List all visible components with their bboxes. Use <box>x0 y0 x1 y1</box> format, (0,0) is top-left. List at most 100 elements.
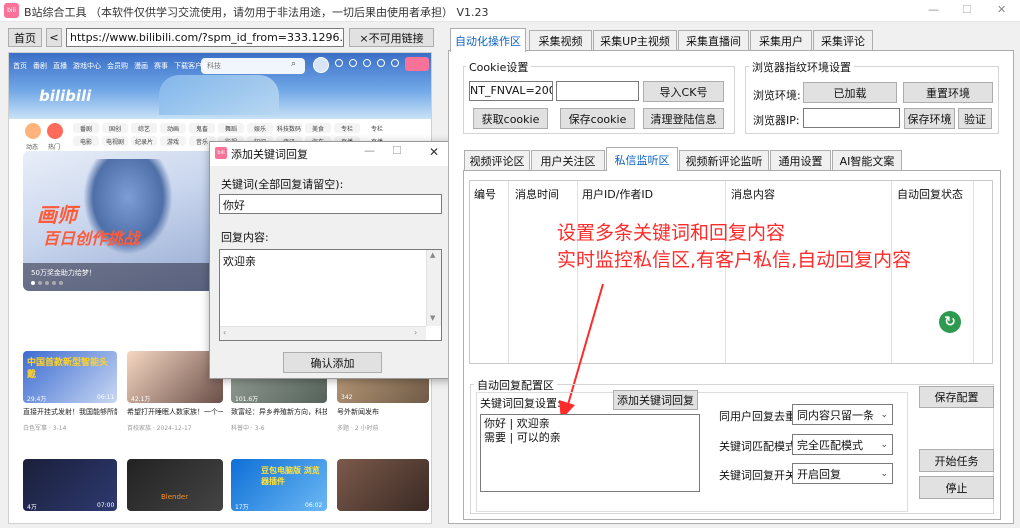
bili-nav-item[interactable]: 会员购 <box>107 61 128 71</box>
keyword-reply-list[interactable]: 你好 | 欢迎亲 需要 | 可以的亲 <box>480 414 700 492</box>
scroll-right-icon[interactable]: › <box>414 328 417 337</box>
search-icon[interactable]: ⌕ <box>291 59 296 69</box>
stop-button[interactable]: 停止 <box>919 476 994 499</box>
list-item[interactable]: 你好 | 欢迎亲 <box>484 417 696 431</box>
reply-scrollbar-v[interactable]: ▲ ▼ <box>426 250 441 326</box>
unavailable-link-button[interactable]: ×不可用链接 <box>349 28 434 47</box>
chevron-down-icon[interactable]: ⌄ <box>880 410 888 420</box>
bili-search-box[interactable]: 科技 ⌕ <box>201 58 305 74</box>
card-title[interactable]: 希望打开睡眠人数家族！一个一个 <box>127 407 223 417</box>
save-config-button[interactable]: 保存配置 <box>919 386 994 408</box>
category-item[interactable]: 舞蹈 <box>218 123 244 133</box>
bili-nav-item[interactable]: 游戏中心 <box>73 61 101 71</box>
video-card[interactable]: 4万 07:00 <box>23 459 117 511</box>
video-card[interactable]: Blender <box>127 459 223 511</box>
subtab-general-settings[interactable]: 通用设置 <box>770 150 831 170</box>
keyword-input[interactable]: 你好 <box>219 194 442 214</box>
bili-nav-item[interactable]: 首页 <box>13 61 27 71</box>
home-button[interactable]: 首页 <box>8 28 42 47</box>
maximize-button[interactable]: ☐ <box>962 3 972 16</box>
tab-collect-video[interactable]: 采集视频 <box>529 30 592 50</box>
import-ck-button[interactable]: 导入CK号 <box>643 81 724 102</box>
dialog-minimize-button[interactable]: — <box>364 144 375 157</box>
video-card[interactable]: 豆包电脑版 浏览器插件 17万 06:02 <box>231 459 327 511</box>
column-header-time[interactable]: 消息时间 <box>515 186 559 202</box>
dynamic-side-icon[interactable] <box>25 123 41 139</box>
reply-switch-select[interactable]: 开启回复 ⌄ <box>792 463 893 484</box>
category-item[interactable]: 游戏 <box>160 136 186 146</box>
category-item[interactable]: 科技数码 <box>276 123 302 133</box>
upload-button[interactable] <box>405 57 429 71</box>
chevron-down-icon[interactable]: ⌄ <box>880 440 888 450</box>
message-grid[interactable] <box>469 180 993 364</box>
match-mode-select[interactable]: 完全匹配模式 ⌄ <box>792 434 893 455</box>
tab-collect-up-video[interactable]: 采集UP主视频 <box>593 30 677 50</box>
category-item[interactable]: 美食 <box>305 123 331 133</box>
back-button[interactable]: < <box>46 28 62 47</box>
subtab-new-comment-monitor[interactable]: 视频新评论监听 <box>679 150 769 170</box>
tab-automation[interactable]: 自动化操作区 <box>450 28 526 52</box>
dialog-maximize-button[interactable]: ☐ <box>392 144 402 157</box>
category-item[interactable]: 鬼畜 <box>189 123 215 133</box>
card-title[interactable]: 直接开挂式发射！我国能够所能新飞弹射装备？ <box>23 407 117 417</box>
column-header-user[interactable]: 用户ID/作者ID <box>582 186 653 202</box>
reply-scrollbar-h[interactable]: ‹ › <box>220 326 426 340</box>
column-header-content[interactable]: 消息内容 <box>731 186 775 202</box>
subtab-video-comment[interactable]: 视频评论区 <box>464 150 530 170</box>
category-item[interactable]: 电影 <box>73 136 99 146</box>
category-item[interactable]: 专栏 <box>334 123 360 133</box>
browser-ip-input[interactable] <box>803 108 900 128</box>
tab-collect-comment[interactable]: 采集评论 <box>813 30 873 50</box>
bili-nav-item[interactable]: 直播 <box>53 61 67 71</box>
refresh-icon[interactable]: ↻ <box>939 311 961 333</box>
bili-nav-item[interactable]: 漫画 <box>134 61 148 71</box>
save-cookie-button[interactable]: 保存cookie <box>560 108 635 129</box>
reply-textarea[interactable]: 欢迎亲 ▲ ▼ ‹ › <box>219 249 442 341</box>
category-item[interactable]: 国创 <box>102 123 128 133</box>
subtab-private-message[interactable]: 私信监听区 <box>606 147 678 171</box>
carousel-dots[interactable] <box>31 281 63 285</box>
bili-search-input[interactable]: 科技 <box>207 61 221 71</box>
history-icon[interactable] <box>377 59 385 67</box>
category-item[interactable]: 电视剧 <box>102 136 128 146</box>
category-item[interactable]: 娱乐 <box>247 123 273 133</box>
tab-collect-user[interactable]: 采集用户 <box>750 30 812 50</box>
bili-nav-item[interactable]: 番剧 <box>33 61 47 71</box>
list-item[interactable]: 需要 | 可以的亲 <box>484 431 696 445</box>
minimize-button[interactable]: — <box>928 3 939 16</box>
subtab-ai-copy[interactable]: AI智能文案 <box>832 150 902 170</box>
env-loaded-button[interactable]: 已加载 <box>803 82 897 103</box>
reset-env-button[interactable]: 重置环境 <box>903 82 993 103</box>
avatar[interactable] <box>313 57 329 73</box>
carousel-banner[interactable]: 画师 百日创作挑战 50万奖金助力绘梦！ <box>23 151 219 291</box>
column-header-id[interactable]: 编号 <box>474 186 496 202</box>
same-user-select[interactable]: 同内容只留一条 ⌄ <box>792 404 893 425</box>
category-item[interactable]: 综艺 <box>131 123 157 133</box>
favorite-icon[interactable] <box>363 59 371 67</box>
column-header-status[interactable]: 自动回复状态 <box>897 186 963 202</box>
creation-icon[interactable] <box>391 59 399 67</box>
card-title[interactable]: 号外新闻发布 <box>337 407 429 417</box>
start-task-button[interactable]: 开始任务 <box>919 449 994 472</box>
subtab-user-follow[interactable]: 用户关注区 <box>531 150 605 170</box>
cookie-input-extra[interactable] <box>556 81 639 101</box>
video-card[interactable]: 中国首款新型智能头戴 29.4万 06:11 <box>23 351 117 403</box>
card-title[interactable]: 致富经：异乡养殖新方向，科技助力新就業 <box>231 407 327 417</box>
category-item[interactable]: 纪录片 <box>131 136 157 146</box>
bili-logo[interactable]: bilibili <box>39 87 91 105</box>
scroll-down-icon[interactable]: ▼ <box>430 314 435 322</box>
category-item[interactable]: 动画 <box>160 123 186 133</box>
scroll-left-icon[interactable]: ‹ <box>223 328 226 337</box>
chevron-down-icon[interactable]: ⌄ <box>880 469 888 479</box>
dynamic-icon[interactable] <box>349 59 357 67</box>
dialog-close-button[interactable]: ✕ <box>429 145 439 159</box>
message-icon[interactable] <box>335 59 343 67</box>
close-button[interactable]: ✕ <box>997 3 1006 16</box>
cookie-input[interactable]: NT_FNVAL=2000; <box>469 81 553 101</box>
clear-login-button[interactable]: 清理登陆信息 <box>643 108 724 129</box>
tab-collect-live[interactable]: 采集直播间 <box>678 30 749 50</box>
url-input[interactable]: https://www.bilibili.com/?spm_id_from=33… <box>66 28 344 47</box>
save-env-button[interactable]: 保存环境 <box>904 108 955 129</box>
video-card[interactable] <box>337 459 429 511</box>
scroll-up-icon[interactable]: ▲ <box>430 251 435 259</box>
